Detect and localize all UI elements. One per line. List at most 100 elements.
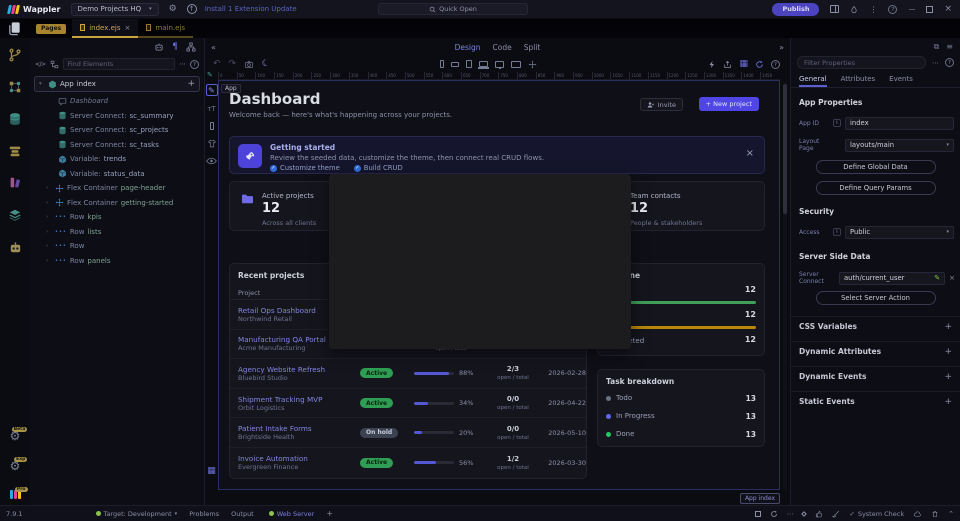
layout-page-select[interactable]: layouts/main▾ — [845, 139, 954, 152]
output-button[interactable]: Output — [231, 510, 254, 518]
undo-icon[interactable]: ↶ — [213, 59, 221, 69]
chevron-right-icon[interactable]: › — [46, 243, 52, 249]
design-palette-icon[interactable] — [8, 176, 22, 190]
find-elements-input[interactable] — [63, 58, 175, 70]
paintbrush-icon[interactable] — [832, 510, 840, 518]
tab-general[interactable]: General — [799, 75, 827, 87]
collapse-right-icon[interactable]: » — [779, 43, 784, 52]
section-static-events[interactable]: Static Events+ — [791, 391, 960, 411]
add-target-button[interactable]: + — [326, 509, 333, 518]
tab-main-ejs[interactable]: main.ejs — [138, 19, 193, 38]
view-tab-design[interactable]: Design — [455, 43, 481, 52]
tree-item-flex-container[interactable]: › Flex Containergetting-started — [34, 196, 200, 211]
git-icon[interactable] — [8, 48, 22, 62]
preview-frame-icon[interactable] — [755, 511, 761, 517]
info-icon[interactable]: i — [833, 119, 841, 127]
new-project-button[interactable]: + New project — [699, 97, 759, 111]
trash-icon[interactable] — [931, 510, 939, 518]
redo-icon[interactable]: ↷ — [229, 59, 237, 69]
canvas-vertical-scrollbar[interactable] — [783, 82, 787, 490]
expand-plus-icon[interactable]: + — [944, 372, 952, 382]
define-query-params-button[interactable]: Define Query Params — [816, 181, 936, 195]
edit-pencil-icon[interactable]: ✎ — [934, 274, 940, 282]
check-customize-theme[interactable]: ✓Customize theme — [270, 164, 340, 172]
project-selector[interactable]: Demo Projects HQ▾ — [71, 3, 159, 16]
view-tab-code[interactable]: Code — [493, 43, 512, 52]
refresh-icon[interactable] — [755, 60, 764, 69]
help-icon[interactable]: ? — [945, 58, 954, 67]
problems-button[interactable]: Problems — [189, 510, 219, 518]
extension-update-icon[interactable]: ↑ — [187, 4, 197, 14]
refresh-icon[interactable] — [770, 510, 778, 518]
section-dynamic-attributes[interactable]: Dynamic Attributes+ — [791, 341, 960, 361]
invite-button[interactable]: Invite — [640, 98, 683, 111]
laptop-device-icon[interactable] — [479, 61, 488, 67]
wide-display-icon[interactable] — [511, 61, 521, 68]
tree-item-row[interactable]: › ••• Rowkpis — [34, 210, 200, 225]
access-select[interactable]: Public▾ — [845, 226, 954, 239]
chevron-down-icon[interactable]: ▾ — [39, 81, 45, 87]
expand-plus-icon[interactable]: + — [944, 347, 952, 357]
close-button[interactable]: × — [944, 4, 952, 14]
help-icon[interactable]: ? — [190, 60, 199, 69]
tree-item-app-index[interactable]: ▾ Appindex + — [34, 76, 200, 92]
paragraph-format-icon[interactable]: ¶ — [172, 42, 178, 52]
ai-helper-icon[interactable] — [154, 42, 164, 52]
server-manager-icon[interactable] — [8, 144, 22, 158]
table-row[interactable]: Invoice AutomationEvergreen Finance Acti… — [230, 448, 586, 478]
more-options-icon[interactable]: ⋯ — [179, 60, 186, 68]
panel-dock-icon[interactable]: ⧉ — [934, 42, 940, 52]
visibility-eye-icon[interactable] — [206, 157, 217, 165]
phone-device-icon[interactable] — [440, 60, 444, 68]
expand-plus-icon[interactable]: + — [944, 322, 952, 332]
tab-index-ejs[interactable]: index.ejs× — [72, 19, 138, 38]
theme-shirt-icon[interactable] — [207, 139, 217, 148]
layers-icon[interactable] — [8, 208, 22, 222]
sitemap-icon[interactable] — [186, 42, 196, 52]
select-server-action-button[interactable]: Select Server Action — [816, 291, 936, 305]
tree-item-variable[interactable]: Variable:status_data — [34, 167, 200, 182]
minimize-button[interactable]: — — [908, 5, 915, 13]
tree-item-row[interactable]: › ••• Rowpanels — [34, 254, 200, 269]
panel-menu-icon[interactable]: ≡ — [946, 42, 953, 51]
workflows-icon[interactable] — [8, 80, 22, 94]
tab-events[interactable]: Events — [889, 75, 913, 87]
table-row[interactable]: Patient Intake FormsBrightside Health On… — [230, 418, 586, 448]
tree-item-row[interactable]: › ••• Rowlists — [34, 225, 200, 240]
expand-plus-icon[interactable]: + — [944, 397, 952, 407]
database-icon[interactable] — [8, 112, 22, 126]
table-row[interactable]: Shipment Tracking MVPOrbit Logistics Act… — [230, 389, 586, 419]
tree-item-flex-container[interactable]: › Flex Containerpage-header — [34, 181, 200, 196]
more-options-icon[interactable]: ⋯ — [787, 510, 794, 518]
pages-panel-icon[interactable] — [7, 21, 22, 36]
apps-grid-icon[interactable]: ▦ — [207, 466, 216, 476]
chevron-right-icon[interactable]: › — [46, 229, 52, 235]
experimental-settings-icon[interactable]: ⚙Exp — [10, 460, 21, 472]
quick-open-search[interactable]: Quick Open — [378, 3, 528, 15]
section-css-variables[interactable]: CSS Variables+ — [791, 316, 960, 336]
chevron-right-icon[interactable]: › — [46, 185, 52, 191]
tree-item-server-connect[interactable]: Server Connect:sc_summary — [34, 109, 200, 124]
phone-landscape-icon[interactable] — [451, 62, 459, 67]
move-resize-icon[interactable] — [528, 60, 537, 69]
thumbs-up-icon[interactable] — [815, 510, 823, 518]
system-check-button[interactable]: ✓System Check — [849, 510, 904, 518]
tree-item-server-connect[interactable]: Server Connect:sc_tasks — [34, 138, 200, 153]
device-tool-icon[interactable] — [210, 122, 214, 130]
collapse-left-icon[interactable]: « — [211, 43, 216, 52]
layout-columns-icon[interactable] — [830, 5, 839, 13]
tree-item-variable[interactable]: Variable:trends — [34, 152, 200, 167]
tab-attributes[interactable]: Attributes — [841, 75, 876, 87]
kebab-menu-icon[interactable]: ⋮ — [869, 5, 877, 14]
collapse-up-icon[interactable]: ⌃ — [948, 510, 954, 518]
selection-path-badge[interactable]: App index — [740, 493, 780, 504]
help-icon[interactable]: ? — [771, 60, 780, 69]
view-tab-split[interactable]: Split — [524, 43, 541, 52]
theme-droplet-icon[interactable] — [850, 5, 858, 14]
section-dynamic-events[interactable]: Dynamic Events+ — [791, 366, 960, 386]
table-row[interactable]: Agency Website RefreshBluebird Studio Ac… — [230, 359, 586, 389]
tree-item-server-connect[interactable]: Server Connect:sc_projects — [34, 123, 200, 138]
publish-button[interactable]: Publish — [772, 3, 819, 16]
web-server-status[interactable]: Web Server — [266, 510, 315, 518]
edit-element-tool-icon[interactable]: ✎ — [206, 84, 218, 96]
